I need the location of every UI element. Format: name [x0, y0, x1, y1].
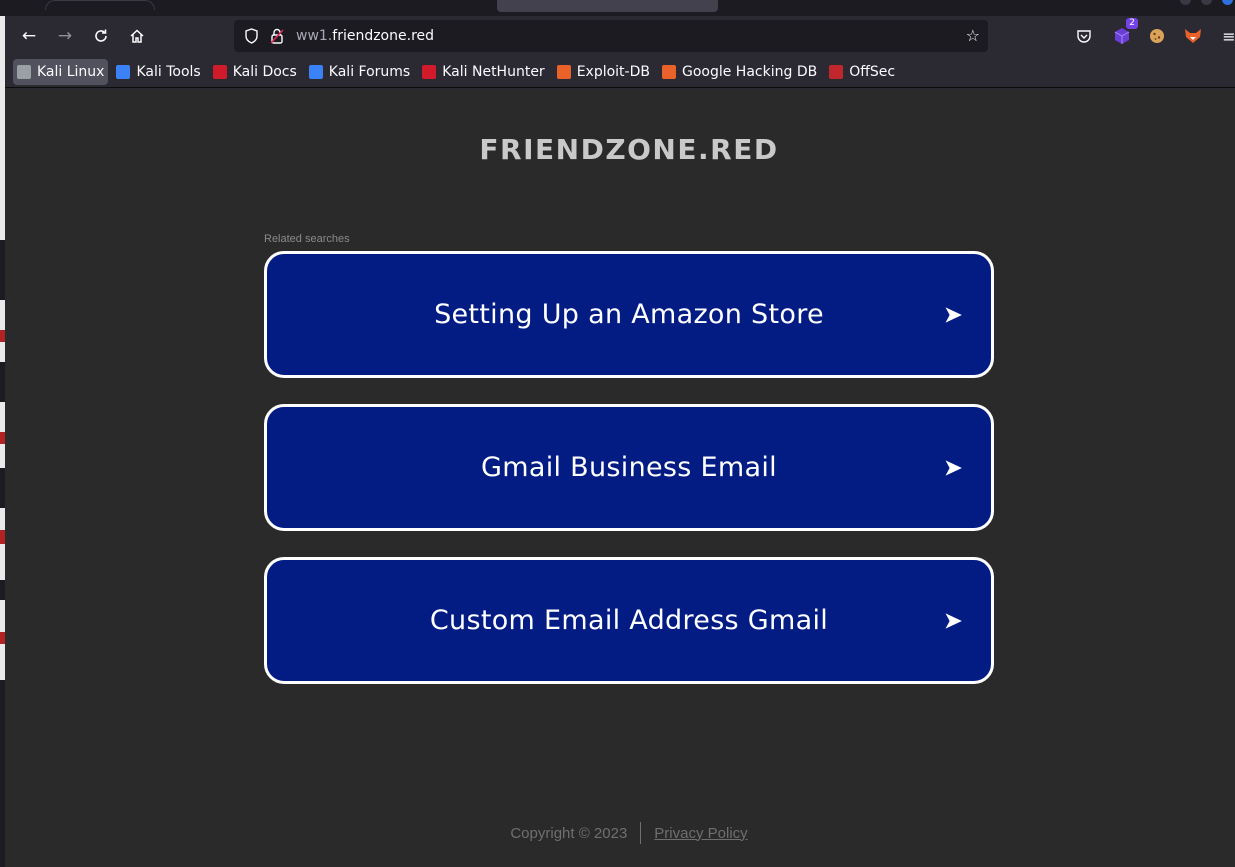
address-bar[interactable]: ww1.friendzone.red ☆: [234, 20, 988, 52]
related-search-button[interactable]: Setting Up an Amazon Store ➤: [264, 251, 994, 378]
bookmark-item[interactable]: Kali Forums: [305, 59, 414, 85]
related-search-button[interactable]: Custom Email Address Gmail ➤: [264, 557, 994, 684]
extension-cube-icon: [1114, 28, 1130, 44]
exploit-db-icon: [556, 64, 571, 79]
home-icon: [130, 29, 144, 43]
cookie-icon: [1150, 29, 1164, 43]
related-searches-label: Related searches: [264, 233, 350, 245]
url-subdomain: ww1.: [296, 28, 333, 44]
site-title: FRIENDZONE.RED: [479, 133, 779, 166]
footer-divider: [640, 822, 642, 844]
related-search-label: Custom Email Address Gmail: [429, 605, 829, 636]
arrow-left-icon: ←: [21, 25, 37, 46]
forward-button[interactable]: →: [51, 22, 79, 50]
maximize-window-button[interactable]: [1201, 0, 1212, 5]
back-button[interactable]: ←: [15, 22, 43, 50]
bookmark-label: Exploit-DB: [576, 63, 650, 80]
bookmark-item[interactable]: Kali Tools: [112, 59, 204, 85]
pocket-button[interactable]: [1072, 24, 1096, 48]
foxyproxy-button[interactable]: [1181, 24, 1205, 48]
pocket-icon: [1077, 30, 1091, 43]
tab-strip: [5, 0, 1235, 16]
reload-button[interactable]: [87, 22, 115, 50]
bookmark-item[interactable]: Kali Docs: [209, 59, 301, 85]
extension-badge: 2: [1126, 18, 1138, 29]
arrow-right-icon: ➤: [942, 605, 963, 634]
background-tab[interactable]: [45, 0, 155, 10]
privacy-policy-link[interactable]: Privacy Policy: [654, 825, 747, 842]
url-text[interactable]: ww1.friendzone.red: [296, 28, 434, 44]
bookmark-star-icon[interactable]: ☆: [966, 26, 980, 45]
bookmark-item[interactable]: Exploit-DB: [553, 59, 654, 85]
bookmark-label: Kali Forums: [328, 63, 411, 80]
active-tab[interactable]: [497, 0, 718, 12]
reload-icon: [95, 29, 107, 42]
web-page: FRIENDZONE.RED Related searches Setting …: [5, 89, 1235, 867]
kali-docs-icon: [212, 64, 227, 79]
bookmark-item[interactable]: Kali NetHunter: [418, 59, 548, 85]
bookmark-label: Kali Linux: [37, 63, 105, 80]
bookmark-label: Kali NetHunter: [442, 63, 545, 80]
bookmarks-toolbar: Kali Linux Kali Tools Kali Docs Kali Forums…: [5, 56, 1235, 88]
cookie-extension-button[interactable]: [1145, 24, 1169, 48]
related-search-button[interactable]: Gmail Business Email ➤: [264, 404, 994, 531]
url-domain: friendzone.red: [332, 28, 435, 44]
bookmark-label: Kali Docs: [232, 63, 297, 80]
bookmark-label: Kali Tools: [136, 63, 201, 80]
ghdb-icon: [661, 64, 676, 79]
related-search-label: Setting Up an Amazon Store: [434, 299, 824, 330]
arrow-right-icon: ➤: [942, 299, 963, 328]
home-button[interactable]: [123, 22, 151, 50]
nethunter-icon: [422, 64, 437, 79]
browser-window: ← → ww1.friendzone.red ☆ 2 ≡ Kali Linux …: [5, 0, 1235, 867]
offsec-icon: [829, 64, 844, 79]
insecure-lock-icon[interactable]: [264, 28, 290, 44]
page-footer: Copyright © 2023 Privacy Policy: [5, 822, 1235, 844]
navigation-toolbar: ← → ww1.friendzone.red ☆ 2 ≡: [5, 16, 1235, 56]
kali-forums-icon: [308, 64, 323, 79]
close-window-button[interactable]: [1222, 0, 1233, 5]
app-menu-button[interactable]: ≡: [1217, 24, 1235, 48]
bookmark-item[interactable]: OffSec: [825, 59, 899, 85]
related-search-label: Gmail Business Email: [481, 452, 777, 483]
kali-tools-icon: [116, 64, 131, 79]
bookmark-label: Google Hacking DB: [681, 63, 818, 80]
minimize-window-button[interactable]: [1180, 0, 1191, 5]
arrow-right-icon: →: [57, 25, 73, 46]
bookmark-label: OffSec: [849, 63, 896, 80]
tracking-protection-shield-icon[interactable]: [238, 28, 264, 44]
kali-dragon-icon: [17, 64, 31, 79]
arrow-right-icon: ➤: [942, 452, 963, 481]
bookmark-item[interactable]: Kali Linux: [13, 58, 109, 85]
fox-icon: [1185, 29, 1201, 43]
copyright-text: Copyright © 2023: [510, 824, 628, 842]
extension-button[interactable]: 2: [1110, 18, 1138, 48]
hamburger-menu-icon: ≡: [1222, 26, 1235, 46]
bookmark-item[interactable]: Google Hacking DB: [658, 59, 821, 85]
